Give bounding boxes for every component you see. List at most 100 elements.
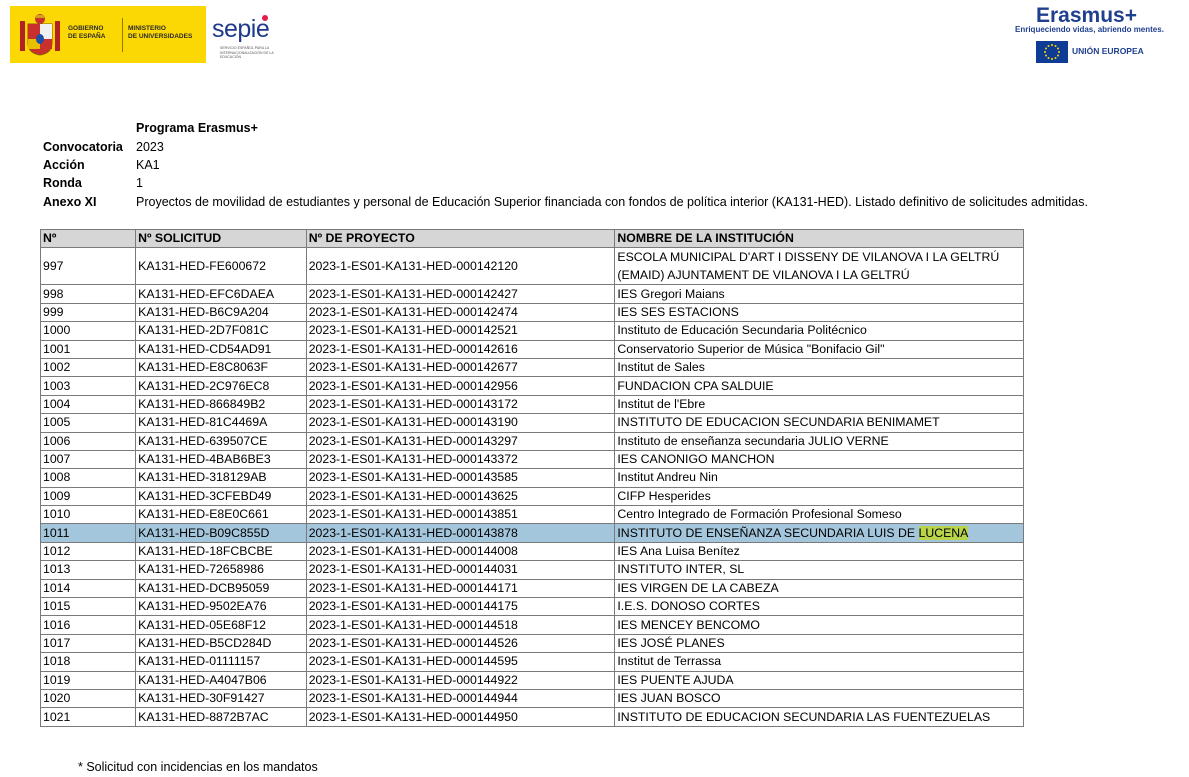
cell-solicitud: KA131-HED-3CFEBD49 xyxy=(135,486,307,507)
cell-solicitud: KA131-HED-72658986 xyxy=(135,560,307,580)
cell-n: 1002 xyxy=(39,357,137,378)
cell-solicitud: KA131-HED-866849B2 xyxy=(135,394,307,415)
cell-solicitud: KA131-HED-4BAB6BE3 xyxy=(135,449,307,470)
government-logo-strip: GOBIERNO DE ESPAÑA MINISTERIO DE UNIVERS… xyxy=(10,6,292,63)
sepie-dot-icon xyxy=(262,15,268,21)
table-row: 1008 KA131-HED-318129AB 2023-1-ES01-KA131-… xyxy=(39,468,1024,488)
cell-proyecto: 2023-1-ES01-KA131-HED-000144171 xyxy=(305,578,616,599)
cell-n: 1003 xyxy=(39,376,137,396)
sepie-wordmark: sepie xyxy=(212,15,270,43)
eu-flag-icon xyxy=(1036,41,1068,63)
table-row: 1018 KA131-HED-01111157 2023-1-ES01-KA131-… xyxy=(39,652,1024,672)
cell-n: 1021 xyxy=(39,707,137,727)
table-row: 1012 KA131-HED-18FCBCBE 2023-1-ES01-KA131-… xyxy=(39,541,1024,562)
cell-institucion: Instituto de Educación Secundaria Polité… xyxy=(614,321,1024,341)
cell-n: 1016 xyxy=(39,615,137,635)
cell-n: 1014 xyxy=(39,578,137,599)
table-row: 1017 KA131-HED-B5CD284D 2023-1-ES01-KA131-… xyxy=(39,633,1024,654)
cell-n: 1019 xyxy=(39,670,137,690)
cell-institucion: Conservatorio Superior de Música "Bonifa… xyxy=(614,339,1024,359)
gobierno-text: GOBIERNO DE ESPAÑA xyxy=(68,25,106,40)
cell-institucion: IES CANONIGO MANCHON xyxy=(614,449,1024,470)
meta-programa-row: Programa Erasmus+ xyxy=(43,119,1088,137)
cell-institucion: IES JOSÉ PLANES xyxy=(614,633,1024,654)
header-institucion: NOMBRE DE LA INSTITUCIÓN xyxy=(614,228,1024,249)
meta-value: KA1 xyxy=(136,157,160,172)
table-row: 1010 KA131-HED-E8E0C661 2023-1-ES01-KA131-… xyxy=(39,505,1024,525)
cell-proyecto: 2023-1-ES01-KA131-HED-000143851 xyxy=(305,505,616,525)
eu-label: UNIÓN EUROPEA xyxy=(1072,46,1144,56)
cell-proyecto: 2023-1-ES01-KA131-HED-000143878 xyxy=(305,523,616,543)
cell-solicitud: KA131-HED-A4047B06 xyxy=(135,670,307,690)
cell-institucion: Institut Andreu Nin xyxy=(614,468,1024,488)
cell-n: 997 xyxy=(39,247,137,286)
cell-proyecto: 2023-1-ES01-KA131-HED-000143190 xyxy=(305,413,616,433)
table-row: 1013 KA131-HED-72658986 2023-1-ES01-KA131-… xyxy=(39,560,1024,580)
cell-proyecto: 2023-1-ES01-KA131-HED-000144526 xyxy=(305,633,616,654)
cell-proyecto: 2023-1-ES01-KA131-HED-000144922 xyxy=(305,670,616,690)
cell-institucion: IES Gregori Maians xyxy=(614,284,1024,304)
cell-proyecto: 2023-1-ES01-KA131-HED-000143297 xyxy=(305,431,616,451)
cell-solicitud: KA131-HED-8872B7AC xyxy=(135,707,307,727)
cell-proyecto: 2023-1-ES01-KA131-HED-000144008 xyxy=(305,541,616,562)
cell-institucion: IES Ana Luisa Benítez xyxy=(614,541,1024,562)
cell-proyecto: 2023-1-ES01-KA131-HED-000144175 xyxy=(305,597,616,617)
sepie-subtitle: SERVICIO ESPAÑOL PARA LA INTERNACIONALIZ… xyxy=(220,46,274,59)
cell-institucion: INSTITUTO DE EDUCACION SECUNDARIA LAS FU… xyxy=(614,707,1024,727)
cell-proyecto: 2023-1-ES01-KA131-HED-000142521 xyxy=(305,321,616,341)
table-row: 1004 KA131-HED-866849B2 2023-1-ES01-KA131-… xyxy=(39,394,1024,415)
cell-proyecto: 2023-1-ES01-KA131-HED-000143585 xyxy=(305,468,616,488)
header-proyecto: Nº DE PROYECTO xyxy=(305,228,616,249)
cell-solicitud: KA131-HED-9502EA76 xyxy=(135,597,307,617)
cell-proyecto: 2023-1-ES01-KA131-HED-000143372 xyxy=(305,449,616,470)
cell-solicitud: KA131-HED-B09C855D xyxy=(135,523,307,543)
erasmus-tagline: Enriqueciendo vidas, abriendo mentes. xyxy=(1015,25,1164,34)
cell-n: 1009 xyxy=(39,486,137,507)
cell-proyecto: 2023-1-ES01-KA131-HED-000143172 xyxy=(305,394,616,415)
meta-value: 2023 xyxy=(136,139,164,154)
cell-institucion: CIFP Hesperides xyxy=(614,486,1024,507)
cell-solicitud: KA131-HED-CD54AD91 xyxy=(135,339,307,359)
meta-row: Anexo XI Proyectos de movilidad de estudi… xyxy=(43,193,1088,211)
cell-n: 1000 xyxy=(39,321,137,341)
table-row: 1021 KA131-HED-8872B7AC 2023-1-ES01-KA131-… xyxy=(39,707,1024,727)
meta-label: Ronda xyxy=(43,176,82,191)
cell-institucion: IES JUAN BOSCO xyxy=(614,688,1024,709)
table-row: 998 KA131-HED-EFC6DAEA 2023-1-ES01-KA131-H… xyxy=(39,284,1024,304)
cell-n: 1001 xyxy=(39,339,137,359)
document-meta: Programa Erasmus+ Convocatoria 2023 Acción… xyxy=(43,119,1088,211)
cell-proyecto: 2023-1-ES01-KA131-HED-000142956 xyxy=(305,376,616,396)
table-row: 1020 KA131-HED-30F91427 2023-1-ES01-KA131-… xyxy=(39,688,1024,709)
cell-n: 1015 xyxy=(39,597,137,617)
cell-institucion: I.E.S. DONOSO CORTES xyxy=(614,597,1024,617)
meta-label: Acción xyxy=(43,157,85,172)
cell-n: 1011 xyxy=(39,523,137,543)
cell-institucion: Institut de Sales xyxy=(614,357,1024,378)
header-solicitud: Nº SOLICITUD xyxy=(135,228,307,249)
cell-solicitud: KA131-HED-B5CD284D xyxy=(135,633,307,654)
cell-solicitud: KA131-HED-05E68F12 xyxy=(135,615,307,635)
cell-proyecto: 2023-1-ES01-KA131-HED-000144031 xyxy=(305,560,616,580)
cell-n: 1010 xyxy=(39,505,137,525)
header-n: Nº xyxy=(39,228,137,249)
cell-n: 998 xyxy=(39,284,137,304)
cell-n: 1017 xyxy=(39,633,137,654)
cell-solicitud: KA131-HED-30F91427 xyxy=(135,688,307,709)
cell-institucion: IES MENCEY BENCOMO xyxy=(614,615,1024,635)
table-row: 1009 KA131-HED-3CFEBD49 2023-1-ES01-KA131-… xyxy=(39,486,1024,507)
meta-label: Anexo XI xyxy=(43,194,97,209)
table-row: 1019 KA131-HED-A4047B06 2023-1-ES01-KA131-… xyxy=(39,670,1024,690)
table-row: 1016 KA131-HED-05E68F12 2023-1-ES01-KA131-… xyxy=(39,615,1024,635)
table-row: 1003 KA131-HED-2C976EC8 2023-1-ES01-KA131-… xyxy=(39,376,1024,396)
meta-row: Convocatoria 2023 xyxy=(43,137,1088,155)
cell-n: 1018 xyxy=(39,652,137,672)
cell-n: 999 xyxy=(39,302,137,323)
meta-row: Acción KA1 xyxy=(43,156,1088,174)
cell-text: INSTITUTO DE ENSEÑANZA SECUNDARIA LUIS D… xyxy=(617,525,919,540)
cell-institucion: Institut de Terrassa xyxy=(614,652,1024,672)
cell-institucion: INSTITUTO INTER, SL xyxy=(614,560,1024,580)
cell-institucion: IES VIRGEN DE LA CABEZA xyxy=(614,578,1024,599)
cell-n: 1020 xyxy=(39,688,137,709)
footnote: * Solicitud con incidencias en los manda… xyxy=(78,760,318,774)
cell-institucion: Centro Integrado de Formación Profesiona… xyxy=(614,505,1024,525)
